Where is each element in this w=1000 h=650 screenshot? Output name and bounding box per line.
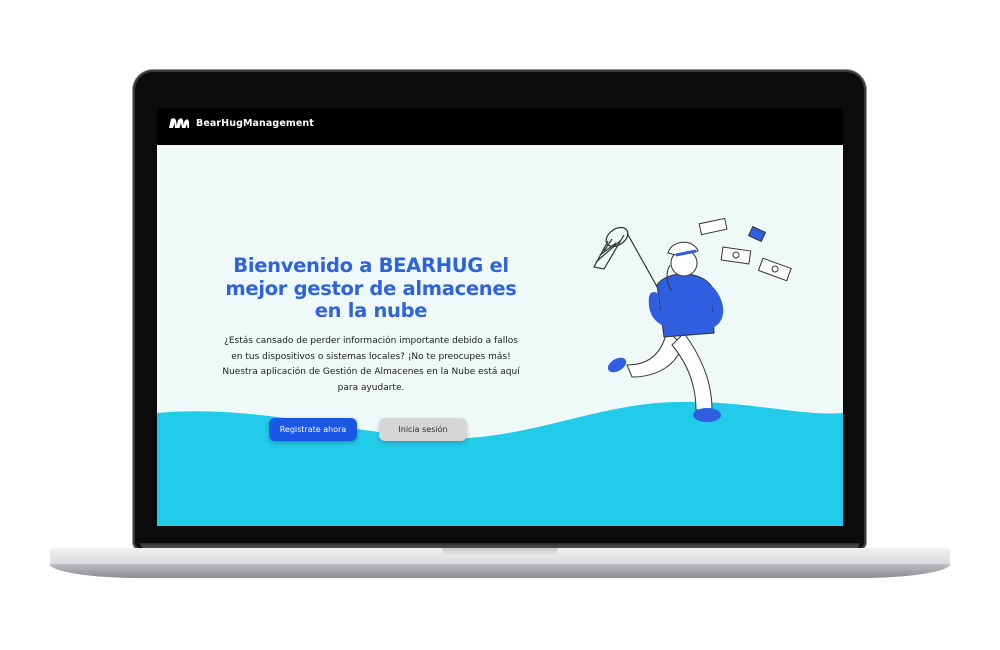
register-button[interactable]: Registrate ahora	[269, 418, 357, 441]
login-button[interactable]: Inicia sesión	[379, 418, 467, 441]
landing-screen: Bienvenido a BEARHUG el mejor gestor de …	[157, 145, 843, 526]
hero-description: ¿Estás cansado de perder información imp…	[222, 336, 520, 393]
person-catching-money-illustration	[593, 217, 792, 422]
brand[interactable]: BearHugManagement	[168, 117, 314, 129]
bear-logo-icon	[168, 117, 190, 129]
hero-title: Bienvenido a BEARHUG el mejor gestor de …	[225, 254, 517, 322]
laptop-base	[50, 548, 950, 578]
brand-name: BearHugManagement	[196, 117, 314, 129]
laptop-notch	[442, 548, 558, 557]
